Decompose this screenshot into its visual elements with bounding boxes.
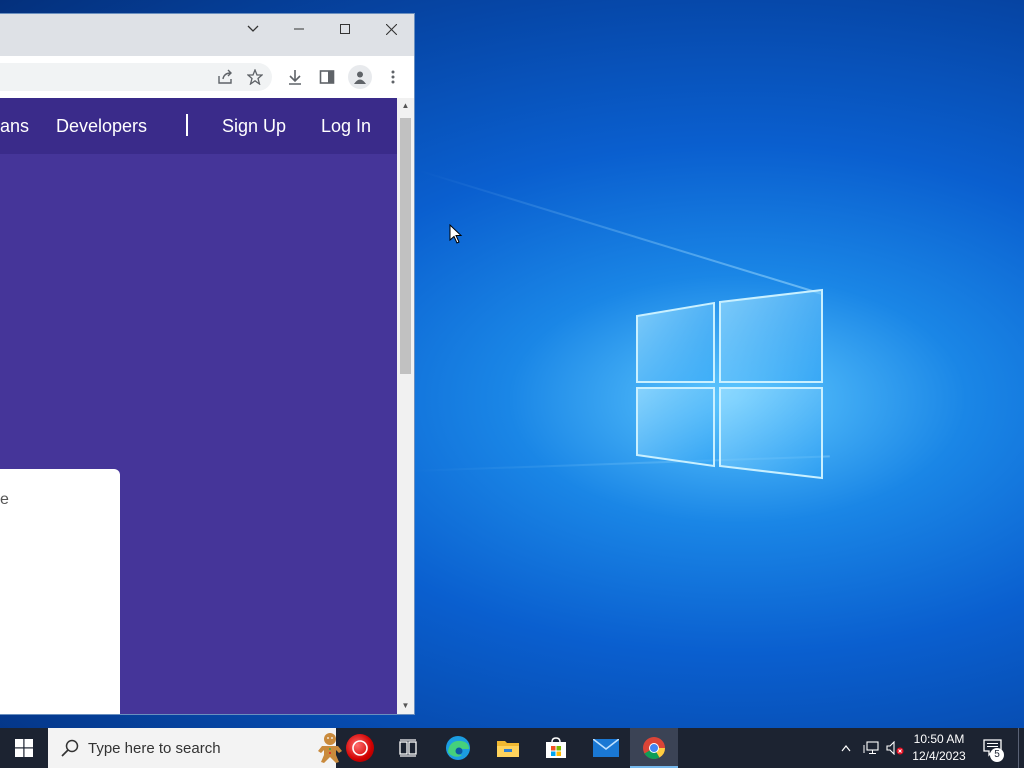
mouse-cursor-icon xyxy=(449,224,463,244)
search-placeholder: Type here to search xyxy=(88,740,221,757)
nav-link-log-in[interactable]: Log In xyxy=(321,116,371,137)
start-button[interactable] xyxy=(0,728,48,768)
edge-app[interactable] xyxy=(434,728,482,768)
browser-toolbar xyxy=(0,56,414,99)
scrollbar-thumb[interactable] xyxy=(400,118,411,374)
volume-muted-icon xyxy=(886,741,904,755)
notification-count-badge: 5 xyxy=(990,748,1004,762)
minimize-button[interactable] xyxy=(276,14,322,44)
file-explorer-app[interactable] xyxy=(484,728,532,768)
search-icon xyxy=(61,739,79,757)
card-text: e xyxy=(0,491,9,508)
maximize-icon xyxy=(340,24,350,34)
network-button[interactable] xyxy=(860,728,882,768)
close-icon xyxy=(385,23,397,35)
mail-app[interactable] xyxy=(582,728,630,768)
content-card: e xyxy=(0,469,120,714)
clock-date: 12/4/2023 xyxy=(912,749,966,763)
address-bar[interactable] xyxy=(0,63,272,91)
show-hidden-icons-button[interactable] xyxy=(836,728,856,768)
volume-button[interactable] xyxy=(884,728,906,768)
scroll-down-arrow[interactable]: ▼ xyxy=(400,700,411,712)
scroll-up-arrow[interactable]: ▲ xyxy=(400,100,411,112)
chrome-icon xyxy=(643,737,665,759)
browser-titlebar[interactable] xyxy=(0,14,414,56)
side-panel-icon[interactable] xyxy=(316,66,338,88)
task-view-button[interactable] xyxy=(384,728,432,768)
system-clock[interactable]: 10:50 AM 12/4/2023 xyxy=(906,731,972,765)
windows-start-icon xyxy=(15,739,33,757)
vertical-scrollbar[interactable]: ▲ ▼ xyxy=(397,98,414,714)
maximize-button[interactable] xyxy=(322,14,368,44)
task-view-icon xyxy=(399,739,417,757)
nav-divider xyxy=(186,114,188,136)
file-explorer-icon xyxy=(497,741,519,757)
store-icon xyxy=(546,737,566,758)
web-page: ans Developers Sign Up Log In e xyxy=(0,98,397,714)
kebab-menu-icon[interactable] xyxy=(382,66,404,88)
download-icon[interactable] xyxy=(284,66,306,88)
site-navbar: ans Developers Sign Up Log In xyxy=(0,98,397,154)
minimize-icon xyxy=(294,28,304,30)
clock-time: 10:50 AM xyxy=(913,732,965,746)
chevron-up-icon xyxy=(841,744,851,751)
cortana-icon xyxy=(352,740,368,756)
browser-window: ans Developers Sign Up Log In e ▲ ▼ xyxy=(0,14,414,714)
notifications-button[interactable]: 5 xyxy=(980,728,1006,768)
taskbar: Type here to search 10:50 AM 12/4/2023 5 xyxy=(0,728,1024,768)
mail-icon xyxy=(593,739,619,757)
close-button[interactable] xyxy=(368,14,414,44)
nav-link-partial[interactable]: ans xyxy=(0,116,29,137)
store-app[interactable] xyxy=(532,728,580,768)
profile-icon[interactable] xyxy=(348,65,372,89)
share-icon[interactable] xyxy=(214,66,236,88)
desktop-light-ray xyxy=(419,170,822,295)
nav-link-developers[interactable]: Developers xyxy=(56,116,147,137)
star-icon[interactable] xyxy=(244,66,266,88)
show-desktop-button[interactable] xyxy=(1018,728,1024,768)
taskbar-search-box[interactable]: Type here to search xyxy=(48,728,374,768)
nav-link-sign-up[interactable]: Sign Up xyxy=(222,116,286,137)
windows-logo-icon xyxy=(632,288,827,483)
chrome-app[interactable] xyxy=(630,728,678,768)
network-icon xyxy=(863,741,879,754)
edge-icon xyxy=(446,736,470,760)
cortana-button[interactable] xyxy=(336,728,384,768)
chevron-down-icon[interactable] xyxy=(230,14,276,44)
